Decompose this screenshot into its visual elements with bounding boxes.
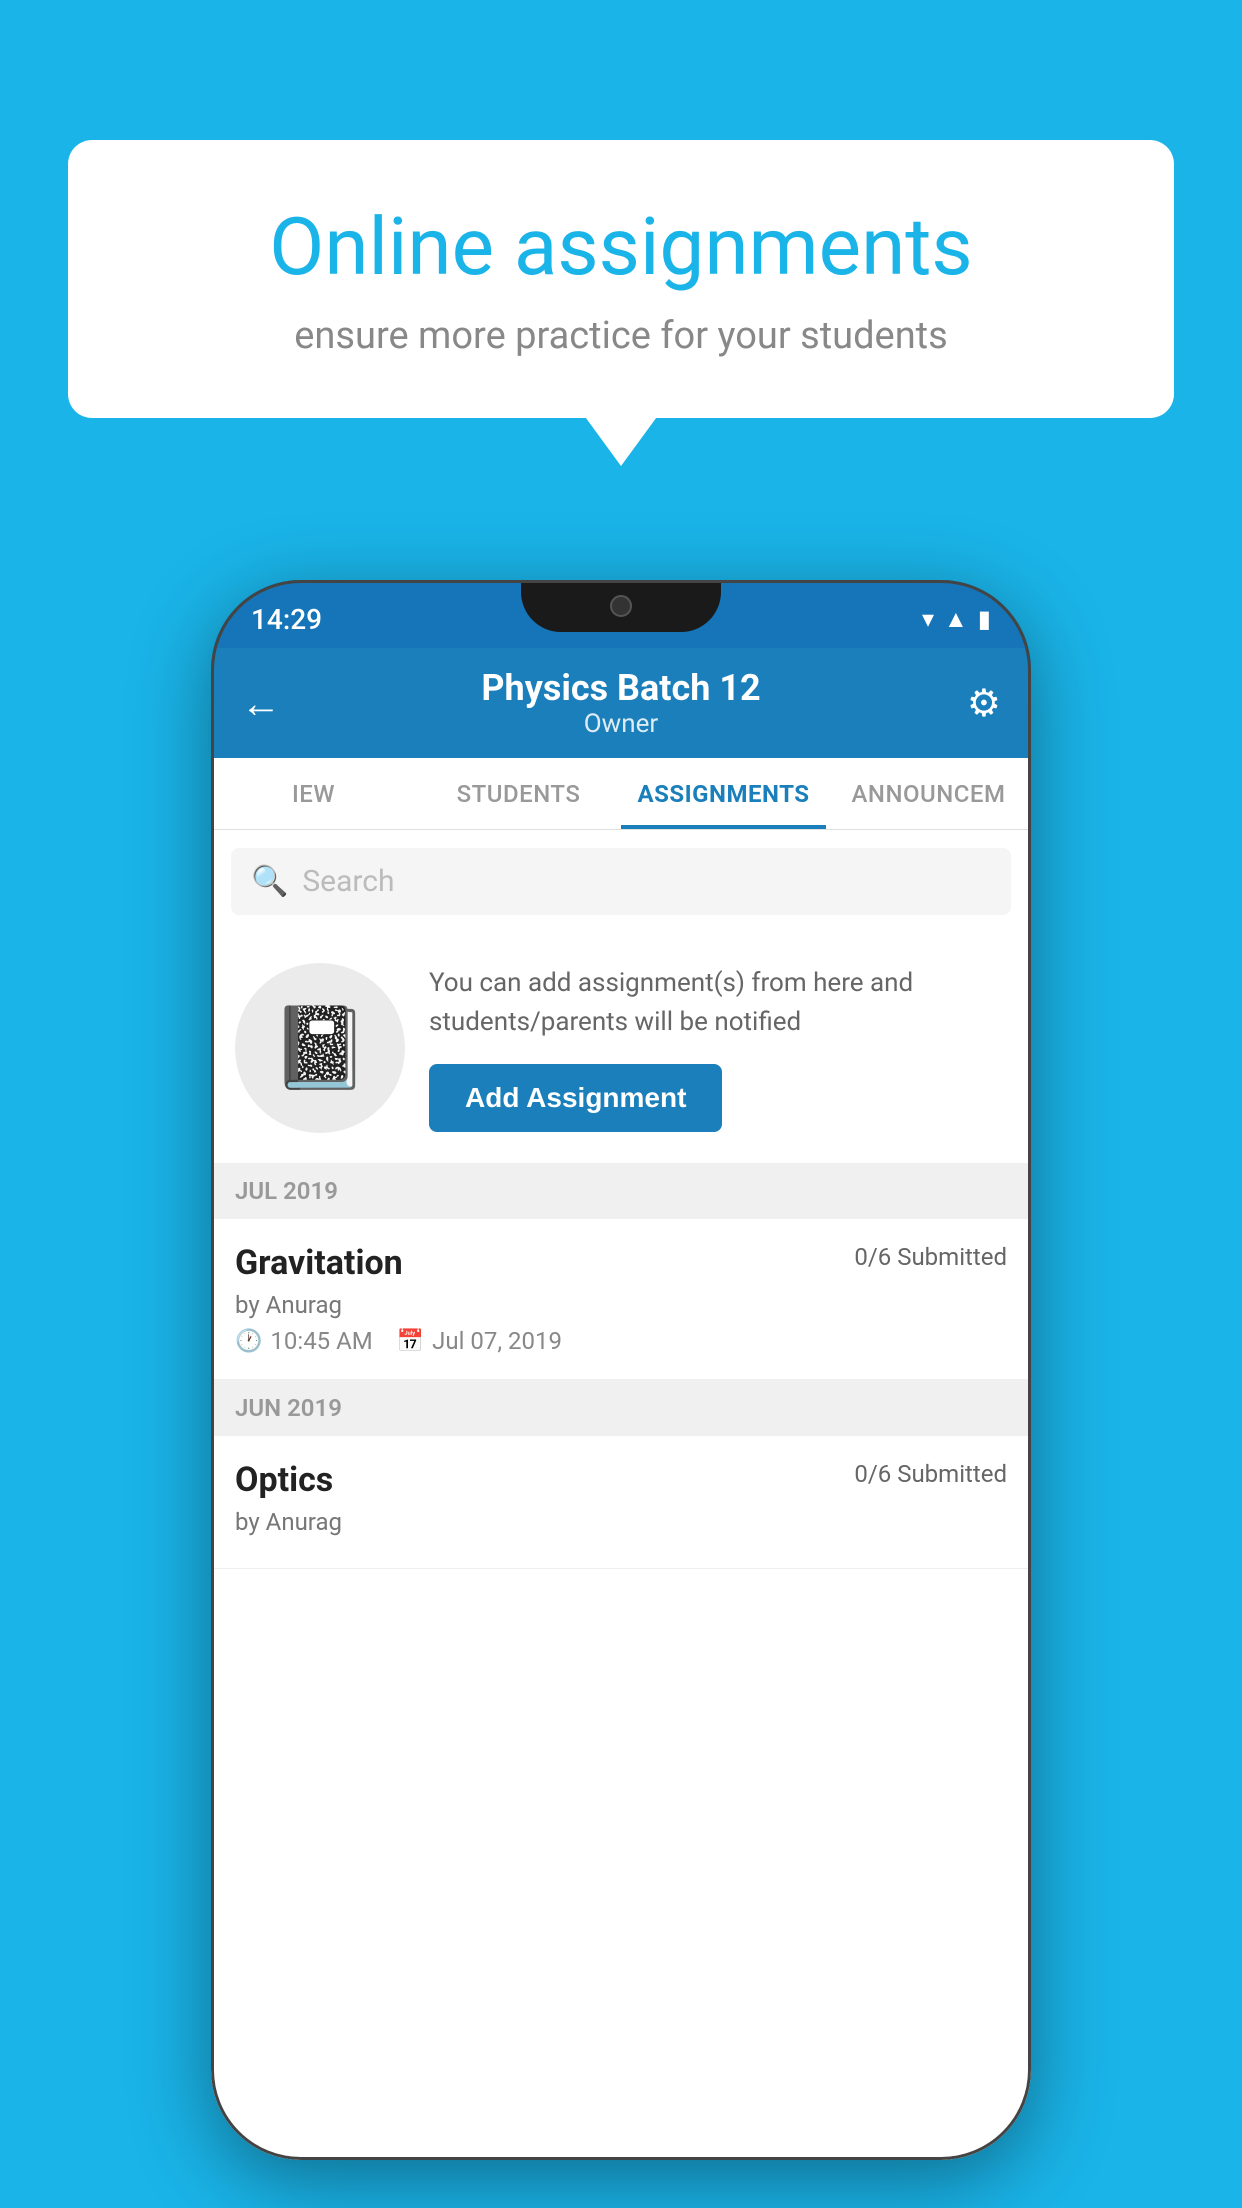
section-header-jun: JUN 2019 — [211, 1380, 1031, 1436]
search-bar[interactable]: 🔍 Search — [231, 848, 1011, 915]
search-input[interactable]: Search — [302, 864, 394, 899]
clock-icon: 🕐 — [235, 1329, 262, 1354]
assignment-date-gravitation: Jul 07, 2019 — [432, 1327, 562, 1355]
tabs-bar: IEW STUDENTS ASSIGNMENTS ANNOUNCEM — [211, 758, 1031, 830]
phone-container: 14:29 ▾ ▲ ▮ ← Physics Batch 12 Owner ⚙ I… — [211, 580, 1031, 2160]
tab-announcements[interactable]: ANNOUNCEM — [826, 758, 1031, 829]
promo-block: 📓 You can add assignment(s) from here an… — [211, 933, 1031, 1163]
promo-icon-circle: 📓 — [235, 963, 405, 1133]
search-container: 🔍 Search — [211, 830, 1031, 933]
assignment-time-gravitation: 10:45 AM — [270, 1327, 372, 1355]
phone-notch — [521, 580, 721, 632]
assignment-item-gravitation[interactable]: Gravitation 0/6 Submitted by Anurag 🕐 10… — [211, 1219, 1031, 1380]
battery-icon: ▮ — [978, 605, 991, 633]
status-icons: ▾ ▲ ▮ — [922, 605, 991, 634]
status-time: 14:29 — [251, 603, 322, 636]
signal-icon: ▲ — [944, 605, 968, 634]
assignment-author-gravitation: by Anurag — [235, 1291, 1007, 1319]
meta-time-gravitation: 🕐 10:45 AM — [235, 1327, 373, 1355]
back-button[interactable]: ← — [241, 680, 281, 727]
section-header-jul: JUL 2019 — [211, 1163, 1031, 1219]
header-title: Physics Batch 12 — [481, 667, 760, 709]
tab-iew[interactable]: IEW — [211, 758, 416, 829]
wifi-icon: ▾ — [922, 605, 934, 633]
assignment-title-optics: Optics — [235, 1460, 333, 1500]
speech-bubble-title: Online assignments — [138, 200, 1104, 294]
assignment-submitted-gravitation: 0/6 Submitted — [854, 1243, 1007, 1271]
assignment-item-optics[interactable]: Optics 0/6 Submitted by Anurag — [211, 1436, 1031, 1569]
phone-frame: 14:29 ▾ ▲ ▮ ← Physics Batch 12 Owner ⚙ I… — [211, 580, 1031, 2160]
speech-bubble-subtitle: ensure more practice for your students — [138, 314, 1104, 358]
speech-bubble-container: Online assignments ensure more practice … — [68, 140, 1174, 418]
assignment-author-optics: by Anurag — [235, 1508, 1007, 1536]
assignment-title-gravitation: Gravitation — [235, 1243, 403, 1283]
speech-bubble: Online assignments ensure more practice … — [68, 140, 1174, 418]
assignment-submitted-optics: 0/6 Submitted — [854, 1460, 1007, 1488]
assignment-row-top: Gravitation 0/6 Submitted — [235, 1243, 1007, 1283]
assignment-row-top-optics: Optics 0/6 Submitted — [235, 1460, 1007, 1500]
promo-text-block: You can add assignment(s) from here and … — [429, 964, 1007, 1132]
tab-assignments[interactable]: ASSIGNMENTS — [621, 758, 826, 829]
header-subtitle: Owner — [481, 709, 760, 739]
header-title-block: Physics Batch 12 Owner — [481, 667, 760, 739]
meta-date-gravitation: 📅 Jul 07, 2019 — [397, 1327, 562, 1355]
front-camera — [610, 595, 632, 617]
promo-description: You can add assignment(s) from here and … — [429, 964, 1007, 1042]
tab-students[interactable]: STUDENTS — [416, 758, 621, 829]
app-header: ← Physics Batch 12 Owner ⚙ — [211, 648, 1031, 758]
phone-screen: IEW STUDENTS ASSIGNMENTS ANNOUNCEM 🔍 Sea… — [211, 758, 1031, 2160]
settings-button[interactable]: ⚙ — [967, 681, 1001, 726]
assignment-meta-gravitation: 🕐 10:45 AM 📅 Jul 07, 2019 — [235, 1327, 1007, 1355]
add-assignment-button[interactable]: Add Assignment — [429, 1064, 722, 1132]
calendar-icon: 📅 — [397, 1329, 424, 1354]
notebook-icon: 📓 — [270, 1001, 370, 1095]
search-icon: 🔍 — [251, 864, 288, 899]
